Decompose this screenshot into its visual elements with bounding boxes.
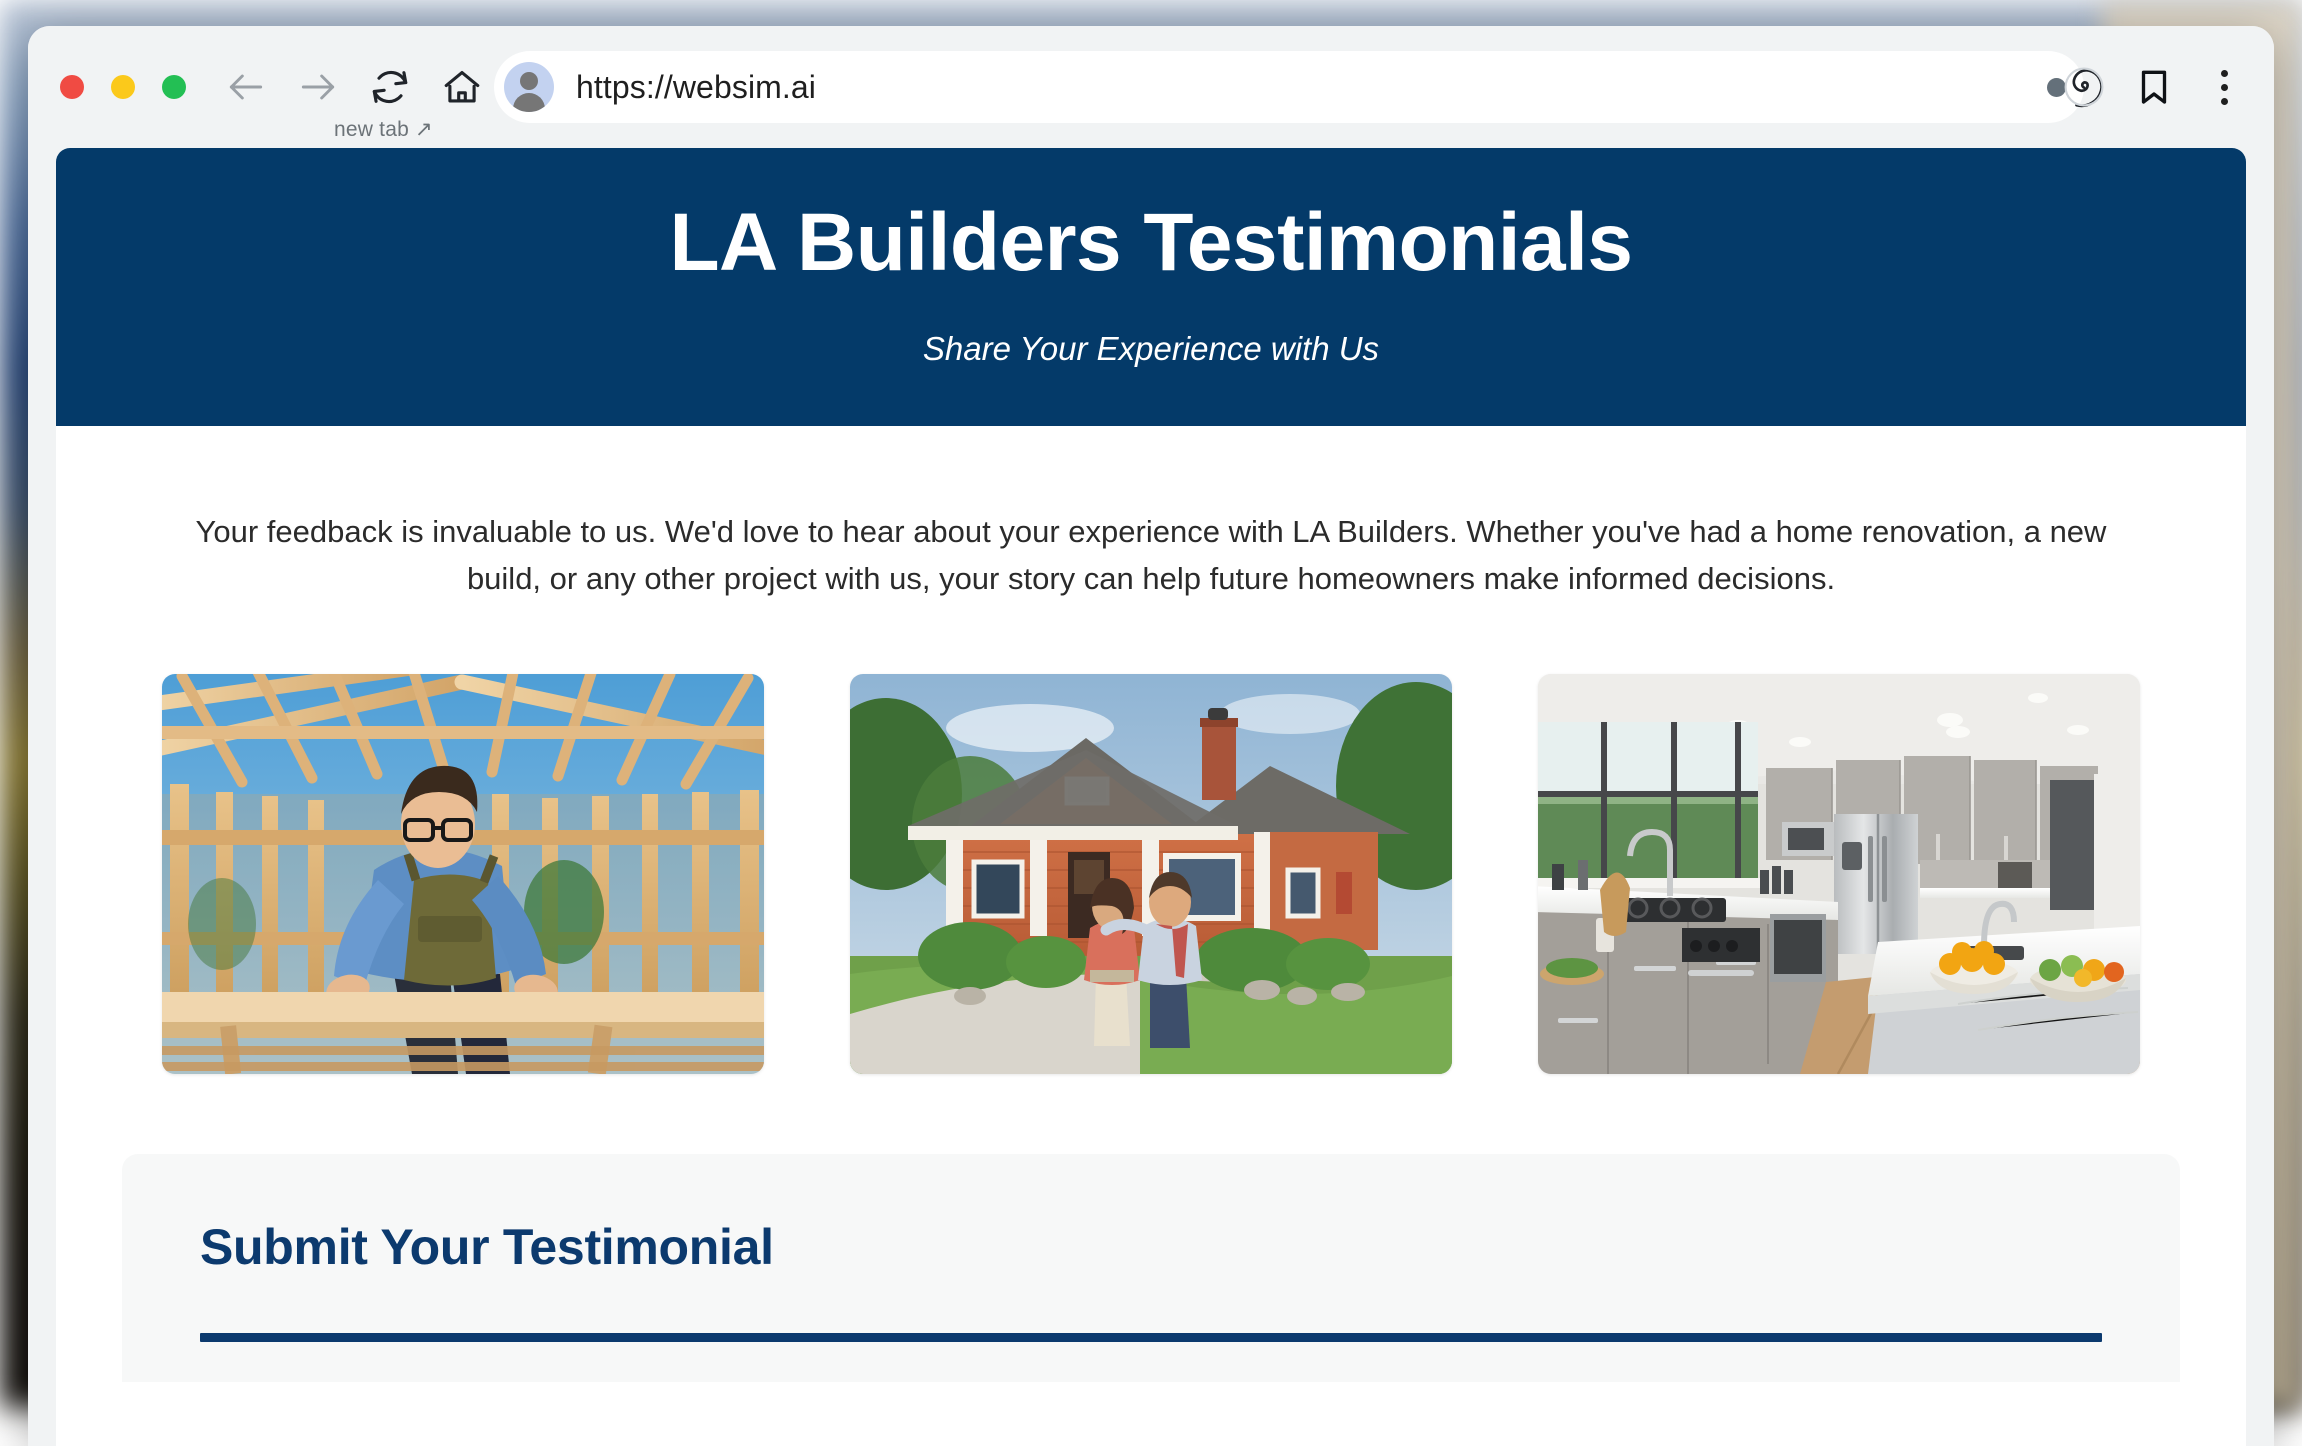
bookmark-icon (2133, 66, 2175, 108)
page-title: LA Builders Testimonials (96, 200, 2206, 286)
browser-window: new tab ↗ https://websim.ai (28, 26, 2274, 1446)
page-viewport: LA Builders Testimonials Share Your Expe… (56, 148, 2246, 1446)
profile-avatar-icon[interactable] (504, 62, 554, 112)
arrow-left-icon (224, 65, 268, 109)
browser-toolbar: new tab ↗ https://websim.ai (28, 26, 2274, 148)
new-tab-label[interactable]: new tab ↗ (334, 117, 433, 142)
arrow-right-icon (296, 65, 340, 109)
three-dots-icon (2221, 70, 2228, 105)
photo-gallery (56, 602, 2246, 1074)
modern-kitchen-illustration (1538, 674, 2140, 1074)
reload-icon (368, 65, 412, 109)
submit-testimonial-section: Submit Your Testimonial (122, 1154, 2180, 1382)
back-button[interactable] (210, 51, 282, 123)
forward-button[interactable] (282, 51, 354, 123)
couple-new-home-illustration (850, 674, 1452, 1074)
avatar-head (520, 72, 538, 90)
toolbar-right-actions (2052, 26, 2256, 148)
section-heading: Submit Your Testimonial (200, 1218, 2102, 1276)
close-window-button[interactable] (60, 75, 84, 99)
window-controls (60, 75, 186, 99)
page-subtitle: Share Your Experience with Us (96, 330, 2206, 368)
websim-spiral-button[interactable] (2052, 55, 2116, 119)
minimize-window-button[interactable] (111, 75, 135, 99)
reload-button[interactable] (354, 51, 426, 123)
intro-paragraph: Your feedback is invaluable to us. We'd … (91, 426, 2211, 602)
modern-kitchen-photo (1538, 674, 2140, 1074)
home-button[interactable] (426, 51, 498, 123)
carpenter-framing-photo (162, 674, 764, 1074)
address-bar[interactable]: https://websim.ai (494, 51, 2084, 123)
spiral-icon (2061, 64, 2107, 110)
url-text[interactable]: https://websim.ai (576, 69, 816, 106)
bookmark-button[interactable] (2122, 55, 2186, 119)
avatar-body (513, 93, 545, 112)
carpenter-framing-illustration (162, 674, 764, 1074)
browser-menu-button[interactable] (2192, 55, 2256, 119)
couple-new-home-photo (850, 674, 1452, 1074)
page-hero: LA Builders Testimonials Share Your Expe… (56, 148, 2246, 426)
home-icon (440, 65, 484, 109)
section-divider (200, 1333, 2102, 1342)
maximize-window-button[interactable] (162, 75, 186, 99)
